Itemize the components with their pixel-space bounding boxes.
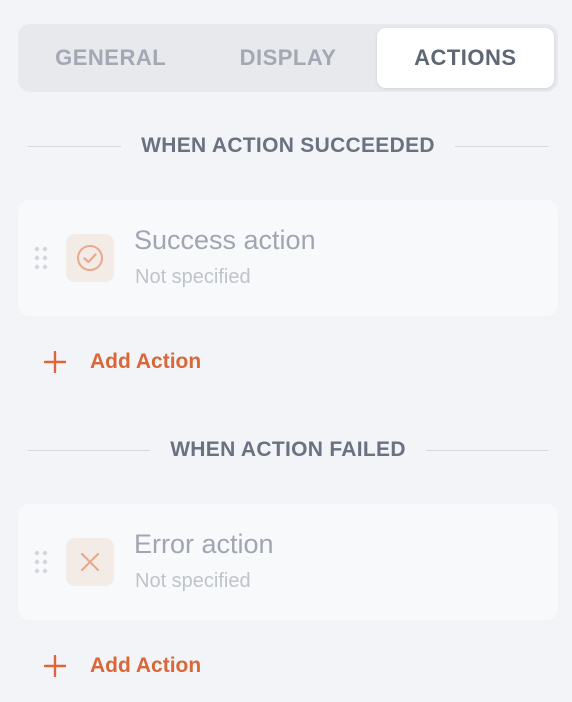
add-failed-action-button[interactable]: Add Action — [40, 649, 201, 683]
action-subtitle: Not specified — [135, 570, 251, 592]
section-header-failed: WHEN ACTION FAILED — [28, 435, 548, 465]
plus-icon — [40, 651, 70, 681]
action-title: Error action — [134, 529, 274, 559]
section-title-failed: WHEN ACTION FAILED — [170, 438, 406, 461]
section-header-succeeded: WHEN ACTION SUCCEEDED — [28, 131, 549, 161]
plus-icon — [40, 347, 70, 377]
drag-handle-icon[interactable] — [34, 246, 48, 270]
success-action-card[interactable]: Success action Not specified — [18, 200, 558, 316]
divider-right — [425, 449, 548, 451]
tab-display[interactable]: DISPLAY — [199, 28, 376, 88]
error-action-card[interactable]: Error action Not specified — [18, 504, 558, 620]
section-title-succeeded: WHEN ACTION SUCCEEDED — [141, 134, 435, 157]
divider-right — [454, 145, 549, 147]
divider-left — [28, 145, 122, 147]
add-action-label: Add Action — [90, 654, 202, 677]
action-title: Success action — [134, 225, 316, 255]
tab-general[interactable]: GENERAL — [22, 28, 199, 88]
action-subtitle: Not specified — [135, 266, 251, 288]
tab-bar: GENERAL DISPLAY ACTIONS — [18, 24, 558, 92]
check-circle-icon — [66, 234, 114, 282]
tab-actions[interactable]: ACTIONS — [376, 28, 554, 88]
drag-handle-icon[interactable] — [34, 550, 48, 574]
x-icon — [66, 538, 114, 586]
add-action-label: Add Action — [90, 350, 202, 373]
add-success-action-button[interactable]: Add Action — [40, 345, 201, 379]
divider-left — [28, 449, 151, 451]
